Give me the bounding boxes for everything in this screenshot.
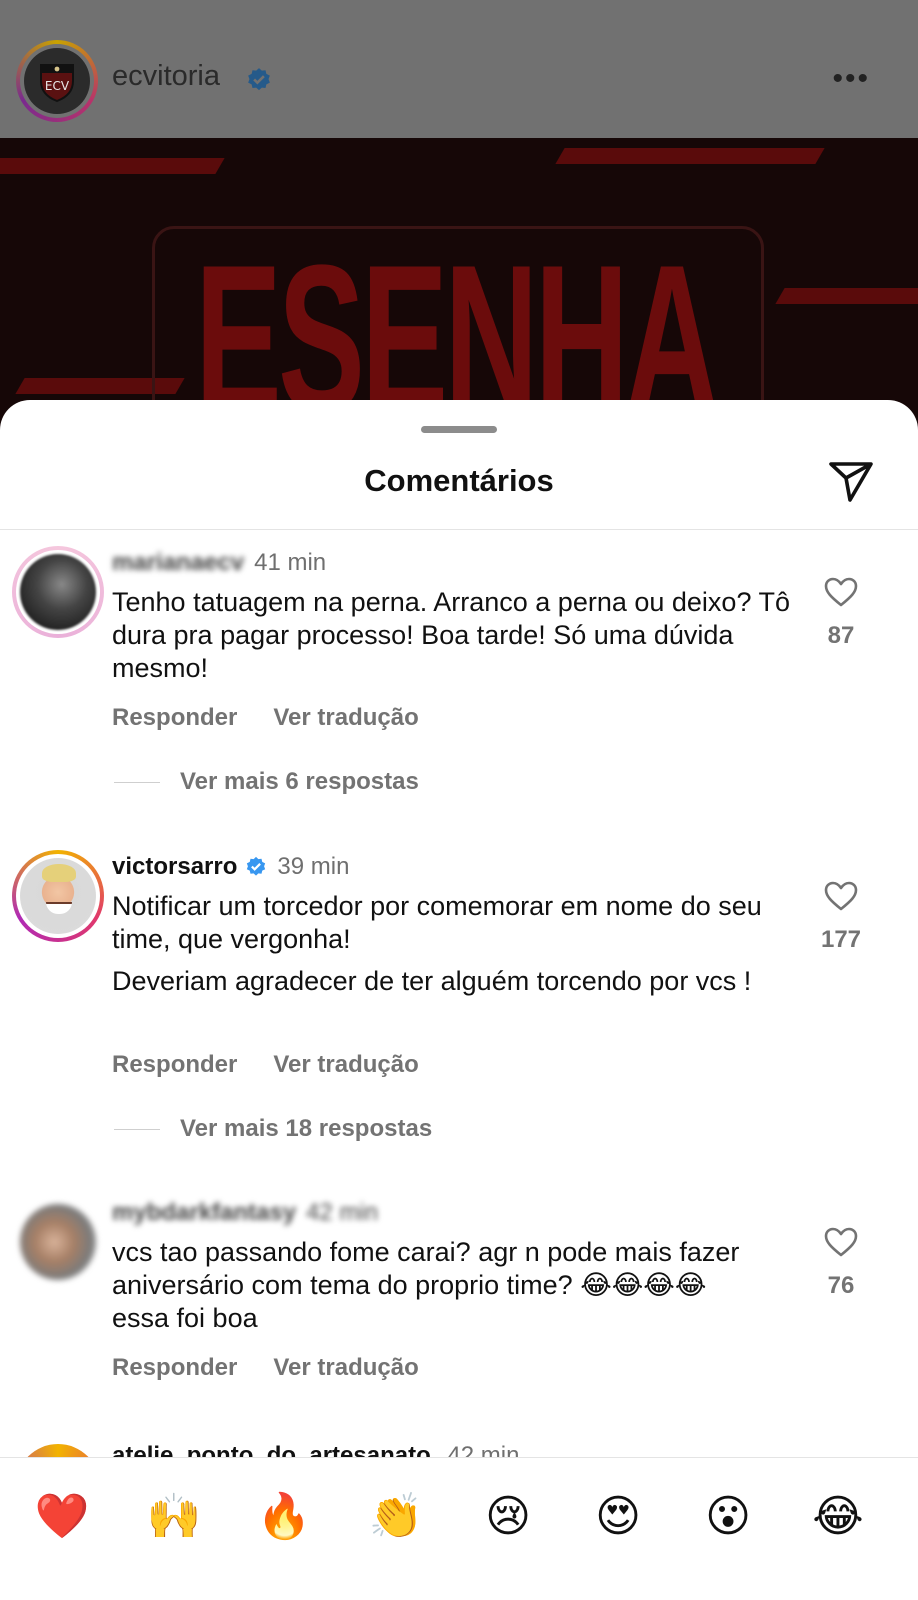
- comments-sheet: Comentários marianaecv 41 min Tenho tatu…: [0, 400, 918, 1600]
- share-send-icon[interactable]: [826, 456, 876, 506]
- heart-eyes-face-icon[interactable]: 😍: [590, 1489, 646, 1545]
- comment-item: atelie_ponto_do_artesanato 42 min: [0, 1444, 918, 1458]
- like-heart-icon[interactable]: [823, 576, 859, 608]
- post-author-username[interactable]: ecvitoria: [112, 60, 220, 93]
- translate-button[interactable]: Ver tradução: [273, 704, 418, 732]
- translate-button[interactable]: Ver tradução: [273, 1354, 418, 1382]
- raising-hands-icon[interactable]: 🙌: [146, 1489, 202, 1545]
- commenter-username[interactable]: mybdarkfantasy: [112, 1199, 296, 1227]
- comment-time: 42 min: [447, 1444, 520, 1458]
- like-heart-icon[interactable]: [823, 1226, 859, 1258]
- crying-face-icon[interactable]: 😢: [480, 1489, 536, 1545]
- like-count: 87: [827, 622, 855, 649]
- view-more-replies[interactable]: Ver mais 6 respostas: [114, 768, 419, 796]
- comment-text: Notificar um torcedor por comemorar em n…: [112, 891, 762, 996]
- fire-icon[interactable]: 🔥: [256, 1489, 312, 1545]
- comment-time: 42 min: [306, 1199, 379, 1226]
- translate-button[interactable]: Ver tradução: [273, 1051, 418, 1079]
- like-heart-icon[interactable]: [823, 880, 859, 912]
- club-crest-icon: ECV: [24, 48, 90, 114]
- view-more-replies[interactable]: Ver mais 18 respostas: [114, 1115, 432, 1143]
- comment-text: Tenho tatuagem na perna. Arranco a perna…: [112, 587, 790, 683]
- comment-time: 41 min: [254, 549, 327, 576]
- commenter-avatar[interactable]: [16, 1444, 100, 1458]
- post-header: ECV ecvitoria •••: [0, 0, 918, 138]
- commenter-avatar[interactable]: [12, 1196, 104, 1288]
- commenter-avatar[interactable]: [12, 546, 104, 638]
- sheet-title: Comentários: [364, 463, 554, 498]
- reply-button[interactable]: Responder: [112, 1354, 237, 1382]
- post-author-avatar[interactable]: ECV: [16, 40, 98, 122]
- more-options-icon[interactable]: •••: [832, 64, 870, 94]
- reply-button[interactable]: Responder: [112, 1051, 237, 1079]
- verified-badge-icon: [247, 856, 266, 876]
- like-count: 76: [827, 1272, 855, 1299]
- commenter-username[interactable]: atelie_ponto_do_artesanato: [112, 1444, 431, 1458]
- quick-reactions-bar: ❤️ 🙌 🔥 👏 😢 😍 😮 😂: [0, 1457, 918, 1600]
- clapping-hands-icon[interactable]: 👏: [368, 1489, 424, 1545]
- comment-time: 39 min: [277, 853, 350, 880]
- astonished-face-icon[interactable]: 😮: [700, 1489, 756, 1545]
- commenter-username[interactable]: marianaecv: [112, 549, 244, 577]
- verified-badge-icon: [248, 68, 270, 91]
- sheet-divider: [0, 529, 918, 530]
- commenter-avatar[interactable]: [12, 850, 104, 942]
- reply-button[interactable]: Responder: [112, 704, 237, 732]
- red-heart-icon[interactable]: ❤️: [34, 1489, 90, 1545]
- like-count: 177: [820, 926, 862, 953]
- svg-text:ECV: ECV: [45, 79, 70, 93]
- sheet-drag-handle[interactable]: [421, 426, 497, 433]
- tears-of-joy-face-icon[interactable]: 😂: [810, 1489, 866, 1545]
- commenter-username[interactable]: victorsarro: [112, 853, 237, 881]
- comment-text: vcs tao passando fome carai? agr n pode …: [112, 1237, 740, 1333]
